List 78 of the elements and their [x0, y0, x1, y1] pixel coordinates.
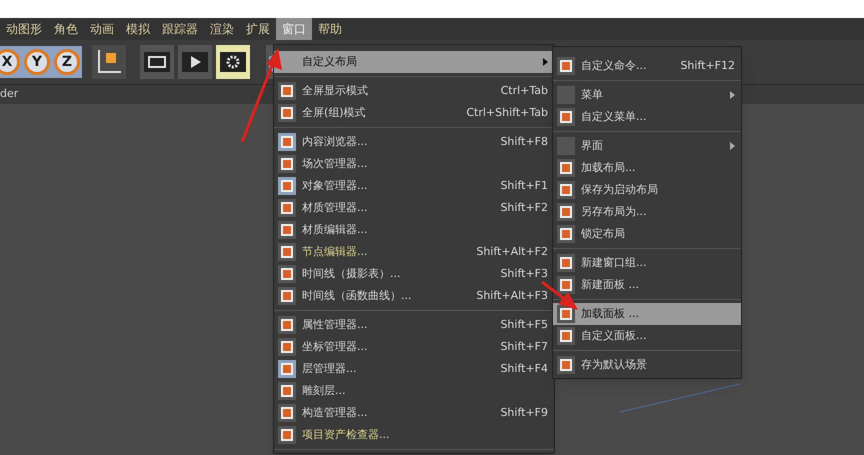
- menu-item[interactable]: 项目资产检查器...: [274, 424, 554, 446]
- menu-item[interactable]: 加载面板 ...: [553, 303, 741, 325]
- menu-item[interactable]: 菜单: [553, 84, 741, 106]
- render-view-icon[interactable]: [140, 45, 174, 79]
- menu-item[interactable]: 自定义命令... Shift+F12: [553, 55, 741, 77]
- window-icon: [278, 426, 296, 444]
- submenu-arrow-icon: [543, 58, 548, 66]
- coordinate-system-icon[interactable]: [92, 45, 126, 79]
- menu-item[interactable]: 自定义布局: [274, 51, 554, 73]
- panel-label: der: [0, 86, 18, 102]
- window-icon: [278, 104, 296, 122]
- menu-item[interactable]: 另存布局为...: [553, 201, 741, 223]
- render-settings-icon[interactable]: [216, 45, 250, 79]
- window-icon: [278, 221, 296, 239]
- menu-item[interactable]: 时间线（函数曲线）... Shift+Alt+F3: [274, 285, 554, 307]
- menu-item[interactable]: 自定义面板...: [553, 325, 741, 347]
- window-icon: [278, 133, 296, 151]
- menu-item[interactable]: 节点编辑器... Shift+Alt+F2: [274, 241, 554, 263]
- window-icon: [557, 181, 575, 199]
- window-icon: [557, 203, 575, 221]
- menu-item[interactable]: 构造管理器... Shift+F9: [274, 402, 554, 424]
- window-icon: [557, 108, 575, 126]
- menu-item[interactable]: 帮助: [312, 18, 348, 40]
- window-icon: [278, 265, 296, 283]
- menu-item[interactable]: 动图形: [0, 18, 48, 40]
- window-icon: [278, 382, 296, 400]
- axis-button[interactable]: X: [0, 49, 20, 75]
- window-icon: [557, 225, 575, 243]
- window-icon: [278, 82, 296, 100]
- window-icon: [278, 177, 296, 195]
- window-icon: [557, 159, 575, 177]
- submenu-arrow-icon: [730, 91, 735, 99]
- menu-item[interactable]: 场次管理器...: [274, 153, 554, 175]
- menu-item[interactable]: 全屏显示模式 Ctrl+Tab: [274, 80, 554, 102]
- axis-button[interactable]: Z: [54, 49, 80, 75]
- window-icon: [278, 155, 296, 173]
- menu-item[interactable]: 角色: [48, 18, 84, 40]
- menu-item[interactable]: 保存为启动布局: [553, 179, 741, 201]
- window-icon: [278, 243, 296, 261]
- window-icon: [278, 199, 296, 217]
- menu-item[interactable]: 新建面板 ...: [553, 274, 741, 296]
- blank-icon: [557, 137, 575, 155]
- blank-icon: [557, 86, 575, 104]
- menu-item[interactable]: 动画: [84, 18, 120, 40]
- menu-item[interactable]: 内容浏览器... Shift+F8: [274, 131, 554, 153]
- window-icon: [278, 287, 296, 305]
- menu-item[interactable]: 自定义菜单...: [553, 106, 741, 128]
- menu-item[interactable]: 材质管理器... Shift+F2: [274, 197, 554, 219]
- window-icon: [557, 305, 575, 323]
- menu-item[interactable]: 坐标管理器... Shift+F7: [274, 336, 554, 358]
- menu-item[interactable]: 模拟: [120, 18, 156, 40]
- window-icon: [557, 57, 575, 75]
- window-icon: [557, 356, 575, 374]
- menu-item[interactable]: 界面: [553, 135, 741, 157]
- menu-item[interactable]: 新建窗口组...: [553, 252, 741, 274]
- menu-item[interactable]: 全屏(组)模式 Ctrl+Shift+Tab: [274, 102, 554, 124]
- menu-item[interactable]: 加载布局...: [553, 157, 741, 179]
- window-icon: [278, 404, 296, 422]
- render-play-icon[interactable]: [178, 45, 212, 79]
- menu-item[interactable]: 对象管理器... Shift+F1: [274, 175, 554, 197]
- axis-button[interactable]: Y: [24, 49, 50, 75]
- window-icon: [557, 276, 575, 294]
- menu-item[interactable]: 层管理器... Shift+F4: [274, 358, 554, 380]
- menu-item[interactable]: 雕刻层...: [274, 380, 554, 402]
- window-icon: [278, 360, 296, 378]
- menu-item[interactable]: 锁定布局: [553, 223, 741, 245]
- menu-item[interactable]: 属性管理器... Shift+F5: [274, 314, 554, 336]
- menu-item[interactable]: 材质编辑器...: [274, 219, 554, 241]
- window-icon: [278, 338, 296, 356]
- menu-item[interactable]: 时间线（摄影表）... Shift+F3: [274, 263, 554, 285]
- menu-item[interactable]: 跟踪器: [156, 18, 204, 40]
- window-icon: [557, 254, 575, 272]
- submenu-arrow-icon: [730, 142, 735, 150]
- menu-item[interactable]: 存为默认场景: [553, 354, 741, 376]
- menu-item[interactable]: 扩展: [240, 18, 276, 40]
- menu-item[interactable]: 渲染: [204, 18, 240, 40]
- window-icon: [278, 316, 296, 334]
- window-icon: [557, 327, 575, 345]
